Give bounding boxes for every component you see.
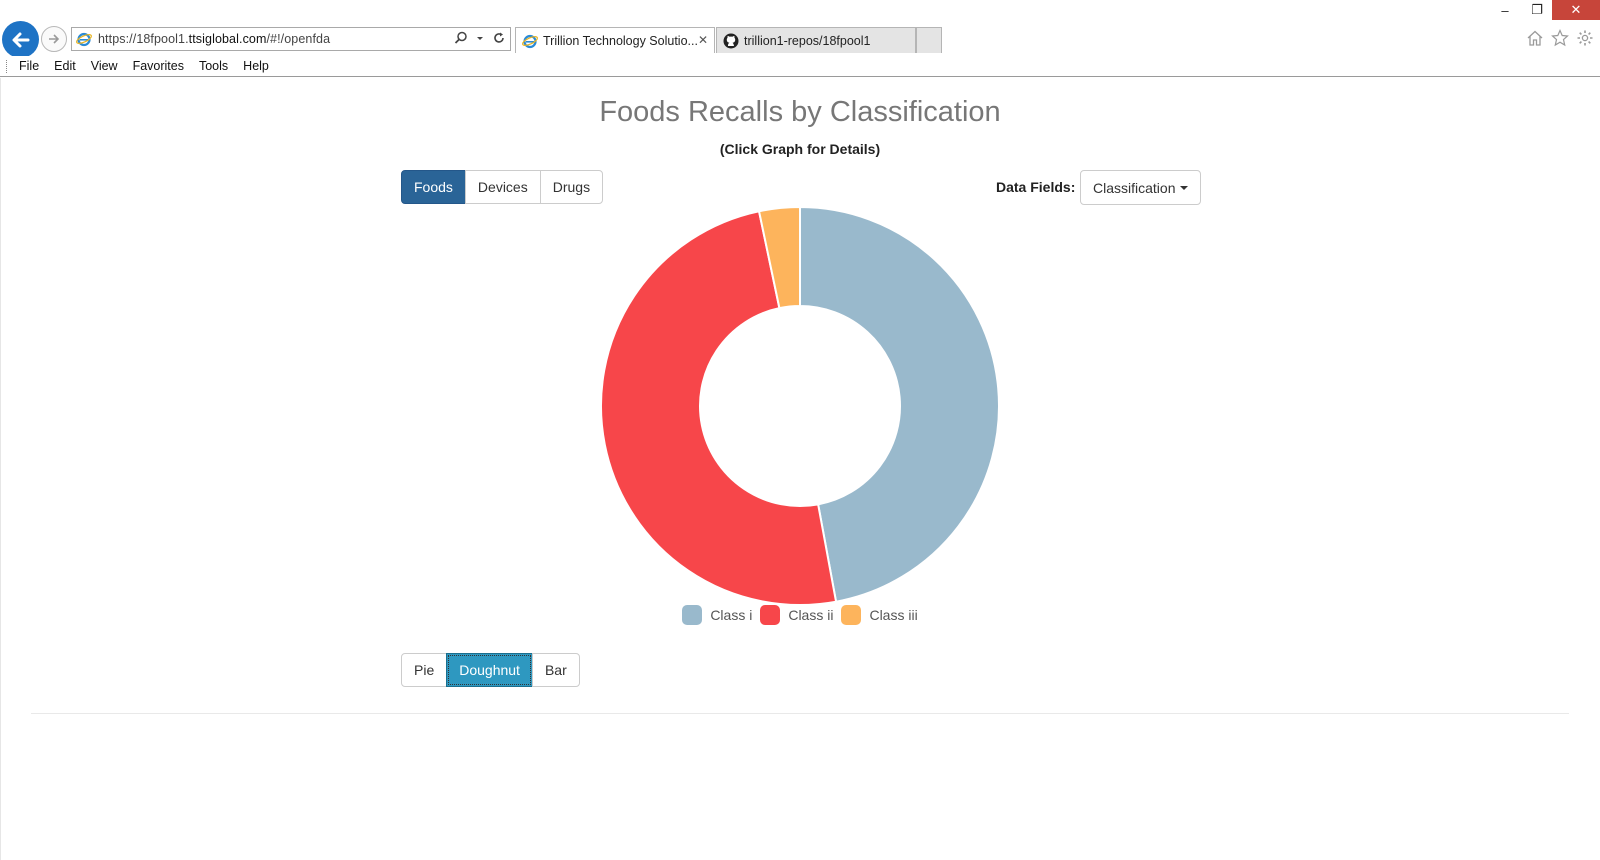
browser-chrome: – ❐ ✕ https://18fpool1.ttsiglobal.com/#!… <box>0 0 1600 77</box>
legend-swatch <box>682 605 703 625</box>
close-tab-icon[interactable]: ✕ <box>698 33 708 47</box>
tab-trillion-technology[interactable]: Trillion Technology Solutio... ✕ <box>515 27 715 53</box>
legend-item[interactable]: Class i <box>682 605 752 625</box>
menu-tools[interactable]: Tools <box>199 59 228 73</box>
menu-grip <box>6 60 8 73</box>
legend-item[interactable]: Class ii <box>760 605 833 625</box>
menu-view[interactable]: View <box>91 59 118 73</box>
data-fields-dropdown[interactable]: Classification <box>1080 170 1201 205</box>
menu-edit[interactable]: Edit <box>54 59 76 73</box>
back-arrow-icon <box>12 32 29 47</box>
forward-button[interactable] <box>41 26 67 52</box>
page-subtitle: (Click Graph for Details) <box>719 141 881 157</box>
doughnut-slice-class-i[interactable] <box>799 205 1001 603</box>
browser-toolbar-icons <box>1526 29 1594 47</box>
doughnut-button[interactable]: Doughnut <box>446 653 533 687</box>
back-button[interactable] <box>2 21 39 58</box>
menu-favorites[interactable]: Favorites <box>133 59 184 73</box>
footer-divider <box>31 713 1569 714</box>
ie-favicon-icon <box>76 32 92 47</box>
page-content: Foods Recalls by Classification (Click G… <box>0 78 1600 860</box>
legend-label: Class ii <box>788 607 834 623</box>
address-bar[interactable]: https://18fpool1.ttsiglobal.com/#!/openf… <box>71 27 511 51</box>
menu-bar: File Edit View Favorites Tools Help <box>0 56 1600 77</box>
menu-help[interactable]: Help <box>243 59 269 73</box>
legend-label: Class i <box>710 607 753 623</box>
data-fields-label: Data Fields: <box>996 179 1076 195</box>
legend-label: Class iii <box>869 607 918 623</box>
devices-button[interactable]: Devices <box>464 170 541 204</box>
chart-type-button-group: Pie Doughnut Bar <box>401 653 580 687</box>
tab-github-repo[interactable]: trillion1-repos/18fpool1 <box>716 27 916 53</box>
doughnut-chart[interactable] <box>590 196 1010 616</box>
search-icon[interactable] <box>454 31 468 45</box>
menu-file[interactable]: File <box>19 59 39 73</box>
forward-arrow-icon <box>49 34 60 44</box>
settings-gear-icon[interactable] <box>1576 29 1594 47</box>
ie-favicon-icon <box>522 34 538 48</box>
refresh-icon[interactable] <box>492 31 506 45</box>
address-url: https://18fpool1.ttsiglobal.com/#!/openf… <box>98 32 331 46</box>
dropdown-arrow-icon[interactable] <box>476 31 484 45</box>
pie-button[interactable]: Pie <box>401 653 448 687</box>
caret-down-icon <box>1180 185 1189 190</box>
bar-button[interactable]: Bar <box>531 653 580 687</box>
tab-label: Trillion Technology Solutio... <box>543 33 698 48</box>
home-icon[interactable] <box>1526 29 1544 47</box>
chart-legend: Class i Class ii Class iii <box>0 605 1600 625</box>
page-title: Foods Recalls by Classification <box>599 96 1001 128</box>
legend-item[interactable]: Class iii <box>841 605 918 625</box>
data-fields-value: Classification <box>1093 179 1176 196</box>
dataset-button-group: Foods Devices Drugs <box>401 170 604 204</box>
legend-swatch <box>760 605 781 625</box>
new-tab-button[interactable] <box>916 27 942 53</box>
address-tools <box>454 31 506 45</box>
tab-label: trillion1-repos/18fpool1 <box>744 33 871 48</box>
page-border <box>0 78 1 860</box>
github-icon <box>723 33 739 48</box>
legend-swatch <box>841 605 862 625</box>
window-close-button[interactable]: ✕ <box>1552 0 1600 20</box>
foods-button[interactable]: Foods <box>401 170 466 204</box>
favorites-star-icon[interactable] <box>1551 29 1569 47</box>
